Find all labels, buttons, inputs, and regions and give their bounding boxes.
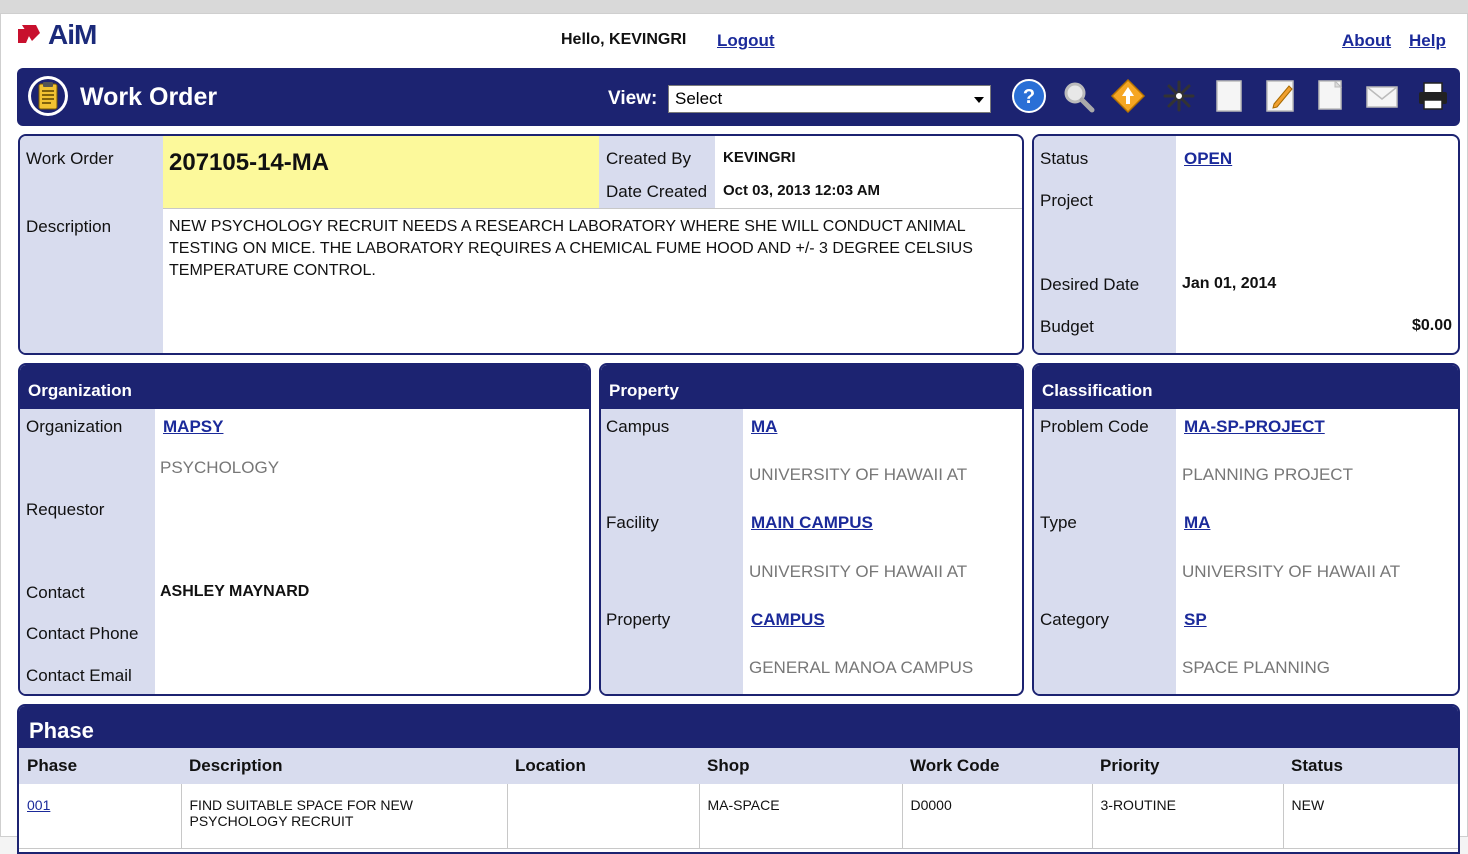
phase-number-link[interactable]: 001 bbox=[27, 797, 50, 813]
work-order-number-box: 207105-14-MA bbox=[163, 136, 599, 208]
column-header[interactable]: Work Code bbox=[902, 748, 1092, 784]
category-code-link[interactable]: SP bbox=[1184, 610, 1207, 630]
phase-cell: 001 bbox=[19, 784, 182, 849]
category-name: SPACE PLANNING bbox=[1182, 658, 1331, 677]
property-code-link[interactable]: CAMPUS bbox=[751, 610, 825, 630]
priority-cell: 3-ROUTINE bbox=[1092, 784, 1284, 849]
clipboard-icon bbox=[28, 76, 68, 116]
budget-value: $0.00 bbox=[1411, 317, 1452, 334]
created-by-label: Created By bbox=[606, 149, 692, 168]
location-cell bbox=[507, 784, 700, 849]
page-title: Work Order bbox=[80, 83, 218, 111]
logo-wordmark: AiM bbox=[48, 19, 97, 50]
organization-name: PSYCHOLOGY bbox=[160, 458, 280, 477]
problem-name: PLANNING PROJECT bbox=[1182, 465, 1353, 484]
search-icon[interactable] bbox=[1060, 78, 1096, 114]
property-panel: Property Campus MA UNIVERSITY OF HAWAII … bbox=[599, 363, 1024, 696]
organization-label: Organization bbox=[26, 417, 123, 436]
type-code-link[interactable]: MA bbox=[1184, 513, 1210, 533]
work-code-cell: D0000 bbox=[902, 784, 1093, 849]
description-cell: FIND SUITABLE SPACE FOR NEW PSYCHOLOGY R… bbox=[181, 784, 508, 849]
status-panel: Status OPEN Project Desired Date Jan 01,… bbox=[1032, 134, 1460, 355]
status-link[interactable]: OPEN bbox=[1184, 149, 1232, 169]
view-select-value: Select bbox=[675, 89, 723, 108]
column-header[interactable]: Location bbox=[507, 748, 699, 784]
divider bbox=[163, 208, 1022, 209]
work-order-label: Work Order bbox=[26, 149, 114, 168]
email-icon[interactable] bbox=[1364, 78, 1400, 114]
view-select[interactable]: Select bbox=[668, 85, 991, 113]
table-row: 001 FIND SUITABLE SPACE FOR NEW PSYCHOLO… bbox=[19, 784, 1458, 849]
about-link[interactable]: About bbox=[1342, 31, 1391, 51]
property-name: GENERAL MANOA CAMPUS bbox=[749, 658, 974, 677]
column-header[interactable]: Shop bbox=[699, 748, 902, 784]
phase-table-header-row: Phase Description Location Shop Work Cod… bbox=[19, 748, 1458, 784]
view-label: View: bbox=[608, 88, 658, 109]
type-label: Type bbox=[1040, 513, 1077, 532]
property-label: Property bbox=[606, 610, 671, 629]
phase-table: Phase Description Location Shop Work Cod… bbox=[19, 748, 1458, 849]
budget-label: Budget bbox=[1040, 317, 1094, 336]
project-label: Project bbox=[1040, 191, 1093, 210]
help-icon[interactable]: ? bbox=[1011, 78, 1047, 114]
description-text: NEW PSYCHOLOGY RECRUIT NEEDS A RESEARCH … bbox=[169, 218, 973, 279]
facility-code-link[interactable]: MAIN CAMPUS bbox=[751, 513, 873, 533]
category-label: Category bbox=[1040, 610, 1109, 629]
title-bar: Work Order View: Select ? bbox=[17, 68, 1460, 126]
work-order-number: 207105-14-MA bbox=[169, 149, 330, 176]
desired-date-value: Jan 01, 2014 bbox=[1182, 275, 1277, 292]
chevron-down-icon bbox=[974, 97, 984, 103]
organization-header: Organization bbox=[20, 365, 589, 409]
status-cell: NEW bbox=[1283, 784, 1458, 849]
classification-panel: Classification Problem Code MA-SP-PROJEC… bbox=[1032, 363, 1460, 696]
classification-header: Classification bbox=[1034, 365, 1458, 409]
problem-code-link[interactable]: MA-SP-PROJECT bbox=[1184, 417, 1325, 437]
aim-logo[interactable]: AiM bbox=[18, 19, 97, 51]
column-header[interactable]: Status bbox=[1283, 748, 1458, 784]
campus-label: Campus bbox=[606, 417, 670, 436]
phase-header: Phase bbox=[19, 706, 1458, 748]
facility-label: Facility bbox=[606, 513, 659, 532]
contact-email-label: Contact Email bbox=[26, 666, 132, 685]
facility-name: UNIVERSITY OF HAWAII AT bbox=[749, 562, 968, 581]
type-name: UNIVERSITY OF HAWAII AT bbox=[1182, 562, 1401, 581]
date-created-value: Oct 03, 2013 12:03 AM bbox=[723, 182, 881, 199]
logo-mark-icon bbox=[18, 25, 40, 43]
desired-date-label: Desired Date bbox=[1040, 275, 1140, 294]
description-label: Description bbox=[26, 217, 112, 236]
column-header[interactable]: Description bbox=[181, 748, 507, 784]
copy-icon[interactable] bbox=[1313, 78, 1349, 114]
column-header[interactable]: Phase bbox=[19, 748, 181, 784]
svg-text:?: ? bbox=[1023, 86, 1035, 108]
blank-page-icon[interactable] bbox=[1211, 78, 1247, 114]
status-label: Status bbox=[1040, 149, 1089, 168]
contact-phone-label: Contact Phone bbox=[26, 624, 139, 643]
campus-name: UNIVERSITY OF HAWAII AT bbox=[749, 465, 968, 484]
contact-label: Contact bbox=[26, 583, 85, 602]
label-column bbox=[20, 365, 155, 694]
help-link[interactable]: Help bbox=[1409, 31, 1446, 51]
column-header[interactable]: Priority bbox=[1092, 748, 1283, 784]
problem-code-label: Problem Code bbox=[1040, 417, 1149, 436]
print-icon[interactable] bbox=[1415, 78, 1451, 114]
new-icon[interactable] bbox=[1161, 78, 1197, 114]
work-order-header-panel: Work Order 207105-14-MA Created By KEVIN… bbox=[18, 134, 1024, 355]
property-header: Property bbox=[601, 365, 1022, 409]
user-greeting: Hello, KEVINGRI bbox=[561, 31, 687, 48]
edit-icon[interactable] bbox=[1262, 78, 1298, 114]
organization-code-link[interactable]: MAPSY bbox=[163, 417, 223, 437]
shop-cell: MA-SPACE bbox=[699, 784, 903, 849]
contact-value: ASHLEY MAYNARD bbox=[160, 583, 310, 600]
date-created-label: Date Created bbox=[606, 182, 708, 201]
campus-code-link[interactable]: MA bbox=[751, 417, 777, 437]
organization-panel: Organization Organization MAPSY PSYCHOLO… bbox=[18, 363, 591, 696]
logout-link[interactable]: Logout bbox=[717, 31, 775, 51]
phase-panel: Phase Phase Description Location Shop Wo… bbox=[17, 704, 1460, 854]
requestor-label: Requestor bbox=[26, 500, 105, 519]
created-by-value: KEVINGRI bbox=[723, 149, 796, 166]
navigate-icon[interactable] bbox=[1110, 78, 1146, 114]
app-window: AiM Hello, KEVINGRI Logout About Help Wo… bbox=[0, 0, 1468, 854]
